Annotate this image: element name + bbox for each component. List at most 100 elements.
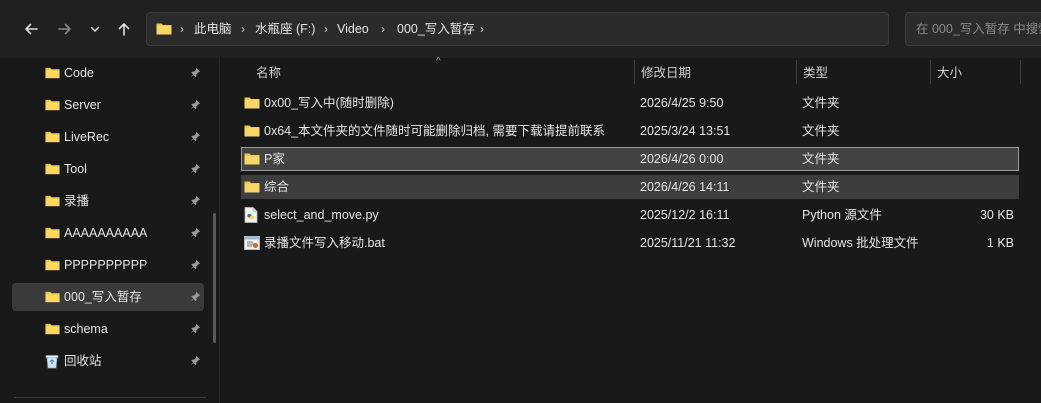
column-divider[interactable] xyxy=(1020,60,1021,84)
file-row[interactable]: 0x64_本文件夹的文件随时可能删除归档, 需要下载请提前联系 2025/3/2… xyxy=(241,119,1019,143)
navigation-pane: Code Server LiveRec Tool 录播 AAAAAAAAAA P… xyxy=(0,58,219,403)
file-type: 文件夹 xyxy=(802,124,840,138)
sidebar-item-label: schema xyxy=(64,322,108,336)
folder-icon xyxy=(45,227,60,239)
sort-ascending-icon: ^ xyxy=(436,56,441,67)
column-header-type[interactable]: 类型 xyxy=(803,59,828,87)
breadcrumb-drive[interactable]: 水瓶座 (F:) xyxy=(255,13,315,45)
recent-locations-button[interactable] xyxy=(81,14,109,44)
folder-icon xyxy=(244,125,260,137)
sidebar-item-aaaaaaaaaa[interactable]: AAAAAAAAAA xyxy=(12,219,204,247)
breadcrumb-video[interactable]: Video xyxy=(337,13,369,45)
sidebar-item-tool[interactable]: Tool xyxy=(12,155,204,183)
file-size: 30 KB xyxy=(979,208,1014,222)
breadcrumb-current-folder[interactable]: 000_写入暂存 xyxy=(397,13,475,45)
file-type: Python 源文件 xyxy=(802,208,882,222)
column-divider[interactable] xyxy=(930,60,931,84)
pin-icon[interactable] xyxy=(190,227,201,238)
pin-icon[interactable] xyxy=(190,99,201,110)
folder-icon xyxy=(45,67,60,79)
pin-icon[interactable] xyxy=(190,195,201,206)
file-name: 0x00_写入中(随时删除) xyxy=(264,96,394,110)
up-button[interactable] xyxy=(110,14,138,44)
column-divider[interactable] xyxy=(634,60,635,84)
pin-icon[interactable] xyxy=(190,291,201,302)
column-header-name[interactable]: 名称 xyxy=(256,59,281,87)
sidebar-item-recycle-bin[interactable]: 回收站 xyxy=(12,347,204,375)
file-type: Windows 批处理文件 xyxy=(802,236,919,250)
breadcrumb-separator[interactable]: › xyxy=(241,13,245,45)
pin-icon[interactable] xyxy=(190,323,201,334)
file-modified: 2026/4/25 9:50 xyxy=(640,96,724,110)
sidebar-item-label: 录播 xyxy=(64,194,90,208)
pin-icon[interactable] xyxy=(190,131,201,142)
pin-icon[interactable] xyxy=(190,163,201,174)
sidebar-item-label: 回收站 xyxy=(64,354,102,368)
file-size: 1 KB xyxy=(986,236,1014,250)
sidebar-item-label: 000_写入暂存 xyxy=(64,290,142,304)
folder-icon xyxy=(45,259,60,271)
file-row[interactable]: select_and_move.py 2025/12/2 16:11 Pytho… xyxy=(241,203,1019,227)
file-name: 综合 xyxy=(264,180,290,194)
breadcrumb-separator[interactable]: › xyxy=(324,13,328,45)
sidebar-item-label: Tool xyxy=(64,162,87,176)
back-button[interactable] xyxy=(17,14,45,44)
sidebar-item-label: AAAAAAAAAA xyxy=(64,226,148,240)
file-modified: 2026/4/26 14:11 xyxy=(640,180,730,194)
sidebar-item-code[interactable]: Code xyxy=(12,59,204,87)
file-row[interactable]: 0x00_写入中(随时删除) 2026/4/25 9:50 文件夹 xyxy=(241,91,1019,115)
file-name: P家 xyxy=(264,152,285,166)
recycle-bin-icon xyxy=(45,355,59,369)
folder-icon xyxy=(45,131,60,143)
folder-icon xyxy=(45,291,60,303)
forward-button[interactable] xyxy=(51,14,79,44)
sidebar-item-label: Code xyxy=(64,66,94,80)
sidebar-item-label: LiveRec xyxy=(64,130,110,144)
folder-icon xyxy=(244,181,260,193)
folder-icon xyxy=(244,97,260,109)
breadcrumb-separator: › xyxy=(180,22,184,36)
file-modified: 2025/3/24 13:51 xyxy=(640,124,731,138)
address-bar[interactable]: › 此电脑 › 水瓶座 (F:) › Video › 000_写入暂存 › xyxy=(146,12,1021,46)
file-modified: 2025/12/2 16:11 xyxy=(640,208,730,222)
file-modified: 2026/4/26 0:00 xyxy=(640,152,724,166)
sidebar-item-000-staging[interactable]: 000_写入暂存 xyxy=(12,283,204,311)
file-row[interactable]: 综合 2026/4/26 14:11 文件夹 xyxy=(241,175,1019,199)
pin-icon[interactable] xyxy=(190,259,201,270)
pin-icon[interactable] xyxy=(190,355,201,366)
folder-icon xyxy=(45,195,60,207)
breadcrumb-separator[interactable]: › xyxy=(381,13,385,45)
sidebar-item-schema[interactable]: schema xyxy=(12,315,204,343)
sidebar-item-label: PPPPPPPPPP xyxy=(64,258,148,272)
file-type: 文件夹 xyxy=(802,96,840,110)
sidebar-item-liverec[interactable]: LiveRec xyxy=(12,123,204,151)
search-input[interactable]: 在 000_写入暂存 中搜索 xyxy=(905,12,1041,46)
divider xyxy=(14,397,206,398)
file-name: select_and_move.py xyxy=(264,208,379,222)
file-list: ^ 名称 修改日期 类型 大小 0x00_写入中(随时删除) 2026/4/25… xyxy=(220,56,1041,403)
sidebar-item-label: Server xyxy=(64,98,101,112)
arrow-up-icon xyxy=(118,23,130,36)
python-file-icon xyxy=(244,207,258,223)
folder-icon xyxy=(156,23,172,35)
folder-icon xyxy=(45,163,60,175)
pin-icon[interactable] xyxy=(190,67,201,78)
sidebar-scrollbar[interactable] xyxy=(213,213,216,343)
chevron-down-icon xyxy=(90,26,100,32)
file-type: 文件夹 xyxy=(802,152,840,166)
file-name: 录播文件写入移动.bat xyxy=(264,236,385,250)
breadcrumb-this-pc[interactable]: 此电脑 xyxy=(194,13,232,45)
folder-icon xyxy=(45,99,60,111)
sidebar-item-recordings[interactable]: 录播 xyxy=(12,187,204,215)
sidebar-item-pppppppppp[interactable]: PPPPPPPPPP xyxy=(12,251,204,279)
file-row[interactable]: P家 2026/4/26 0:00 文件夹 xyxy=(241,147,1019,171)
breadcrumb-separator[interactable]: › xyxy=(480,13,484,45)
file-row[interactable]: 录播文件写入移动.bat 2025/11/21 11:32 Windows 批处… xyxy=(241,231,1019,255)
navigation-toolbar: › 此电脑 › 水瓶座 (F:) › Video › 000_写入暂存 › 在 … xyxy=(0,0,1041,58)
column-header-size[interactable]: 大小 xyxy=(937,59,962,87)
folder-icon xyxy=(45,323,60,335)
column-header-modified[interactable]: 修改日期 xyxy=(641,59,691,87)
batch-file-icon xyxy=(244,236,260,250)
column-divider[interactable] xyxy=(796,60,797,84)
sidebar-item-server[interactable]: Server xyxy=(12,91,204,119)
